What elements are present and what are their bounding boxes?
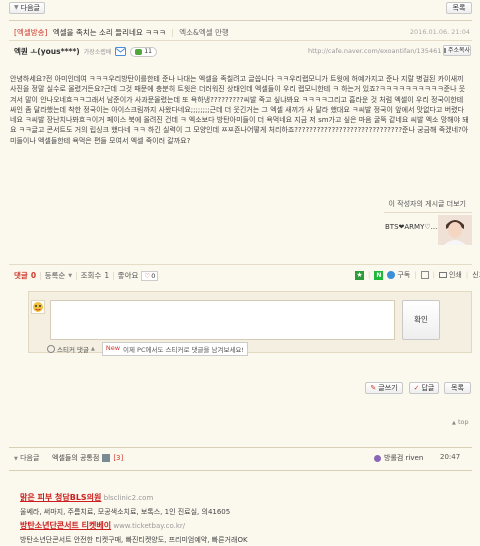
post-url[interactable]: http://cafe.naver.com/exoantifan/135461: [308, 47, 441, 55]
comment-submit-label: 확인: [414, 315, 428, 325]
author-grade: 가장소렙배: [83, 49, 112, 56]
post-body-text: 안녕하세요?전 아미인데여 ㅋㅋㅋ우리방탄이를한테 준나 나대는 엑셀을 족칠려…: [10, 75, 469, 145]
next-title-group: 엑셀들의 공통점 [3]: [52, 453, 123, 463]
post-body: 안녕하세요?전 아미인데여 ㅋㅋㅋ우리방탄이를한테 준나 나대는 엑셀을 족칠려…: [10, 74, 470, 146]
views-label: 조회수: [80, 271, 102, 280]
author-name[interactable]: 엑퀀 ㅗ(yous****): [14, 46, 80, 57]
ad-2-desc: 방탄소년단콘서트 안전한 티켓구매, 빠진티켓양도, 프리미엄예약, 빠른거래O…: [20, 536, 248, 544]
sticker-label: 스티커 댓글: [57, 346, 89, 354]
copy-icon: [443, 48, 446, 53]
post-title-row: [엑셀방송] 엑셀을 족치는 소리 들리네요 ㅋㅋㅋ | 엑소&엑셀 만행: [14, 27, 229, 38]
naver-share-icon[interactable]: N: [374, 270, 384, 280]
ad-2-title[interactable]: 방탄소년단콘서트 티켓베이: [20, 521, 111, 530]
new-notice-bubble: New 이제 PC에서도 스티커로 댓글을 남겨보세요!: [101, 342, 249, 356]
comment-bubble-icon: [135, 48, 143, 55]
share-separator-3: |: [432, 271, 435, 279]
reply-label: 답글: [421, 383, 435, 392]
next-post-title[interactable]: 엑셀들의 공통점: [52, 453, 99, 463]
next-post-author[interactable]: 방롤검 riven: [384, 453, 423, 463]
sort-selector[interactable]: 등록순: [45, 270, 66, 281]
likes-label: 좋아요: [117, 271, 139, 280]
next-post-time: 20:47: [440, 453, 461, 461]
stats-separator-2: |: [75, 271, 78, 280]
sort-caret-icon[interactable]: ▼: [68, 273, 72, 279]
share-separator: |: [368, 271, 371, 279]
heart-icon: ♡: [144, 271, 151, 280]
stats-separator-3: |: [112, 271, 115, 280]
list-button-bottom[interactable]: 목록: [444, 382, 471, 394]
ad-1-url[interactable]: blsclinic2.com: [104, 494, 154, 502]
ad-2-url[interactable]: www.ticketbay.co.kr/: [113, 522, 185, 530]
share-separator-2: |: [414, 271, 417, 279]
list-bottom-label: 목록: [451, 383, 464, 392]
pencil-icon: ✎: [370, 383, 377, 392]
list-button-label: 목록: [452, 3, 466, 12]
author-more-link[interactable]: 이 작성자의 게시글 더보기: [388, 199, 466, 209]
post-board[interactable]: 엑소&엑셀 만행: [179, 28, 229, 37]
print-icon: [438, 272, 447, 278]
next-label: 다음글: [20, 454, 40, 462]
write-button[interactable]: ✎ 글쓰기: [365, 382, 403, 394]
next-caret-icon: ▼: [14, 456, 18, 462]
comment-count: 11: [144, 48, 152, 55]
top-caret-icon: ▲: [452, 420, 456, 426]
reply-button[interactable]: ✓ 답글: [409, 382, 439, 394]
write-label: 글쓰기: [378, 383, 398, 392]
sticker-toggle[interactable]: 스티커 댓글 ▲: [47, 344, 95, 354]
signature-avatar: [438, 215, 472, 245]
reply-icon: ✓: [413, 383, 420, 392]
copy-url-label: 주소복사: [447, 46, 471, 54]
report-button[interactable]: 신고: [472, 270, 480, 280]
post-title: 엑셀을 족치는 소리 들리네요 ㅋㅋㅋ: [52, 28, 166, 37]
comment-stats-bar: 댓글 0 | 등록순 ▼ | 조회수 1 | 좋아요 ♡ 0: [14, 270, 159, 281]
author-icon: [374, 454, 381, 462]
likes-button[interactable]: ♡ 0: [141, 270, 159, 281]
subscribe-button[interactable]: 구독: [387, 270, 410, 280]
print-label: 인쇄: [448, 271, 462, 279]
top-link[interactable]: ▲ top: [452, 418, 469, 426]
copy-url-button[interactable]: 주소복사: [443, 45, 471, 56]
prev-post-button[interactable]: ▼ 다음글: [9, 2, 45, 14]
message-icon[interactable]: [115, 47, 127, 56]
comments-count: 0: [30, 271, 37, 280]
list-button-top[interactable]: 목록: [446, 2, 472, 14]
top-label: top: [457, 418, 469, 426]
ad-1-desc: 울쎄라, 써마지, 주름치료, 모공색소치료, 보톡스, 1인 진료실, 의41…: [20, 508, 231, 516]
caret-down-icon: ▼: [14, 4, 19, 11]
sticker-row: 스티커 댓글 ▲ New 이제 PC에서도 스티커로 댓글을 남겨보세요!: [47, 342, 249, 356]
print-button[interactable]: 인쇄: [438, 270, 462, 280]
author-row: 엑퀀 ㅗ(yous****) 가장소렙배 11: [14, 46, 157, 57]
subscribe-icon: [387, 271, 396, 279]
comment-textarea[interactable]: [50, 300, 395, 340]
next-label-group: ▼ 다음글: [14, 453, 39, 463]
next-post-row[interactable]: ▼ 다음글 엑셀들의 공통점 [3] 방롤검 riven 20:47: [14, 453, 472, 465]
comment-count-badge[interactable]: 11: [130, 46, 157, 57]
title-separator: |: [171, 28, 174, 37]
signature-text: BTS❤ARMY♡...: [385, 223, 438, 231]
share-bar: ★ | N 구독 | | 인쇄 | 신고: [355, 270, 480, 280]
subscribe-label: 구독: [397, 271, 411, 279]
post-category[interactable]: [엑셀방송]: [14, 28, 47, 37]
url-share-icon[interactable]: [420, 271, 429, 279]
prev-post-label: 다음글: [20, 3, 40, 12]
comment-submit-button[interactable]: 확인: [402, 300, 440, 340]
star-icon[interactable]: ★: [355, 270, 364, 280]
comments-label[interactable]: 댓글: [14, 270, 28, 281]
next-post-icon: [102, 454, 111, 462]
share-separator-4: |: [465, 271, 469, 279]
ad-block-1[interactable]: 맑은 피부 청담BLS의원 blsclinic2.com 울쎄라, 써마지, 주…: [20, 492, 230, 517]
views-count: 1: [104, 271, 110, 280]
next-author-group: 방롤검 riven: [374, 453, 423, 463]
next-post-comments: [3]: [113, 454, 124, 462]
post-date: 2016.01.06. 21:04: [409, 28, 470, 36]
new-badge: New: [105, 344, 121, 352]
likes-count: 0: [151, 271, 156, 280]
ad-1-title[interactable]: 맑은 피부 청담BLS의원: [20, 493, 101, 502]
stats-separator: |: [39, 271, 42, 280]
smile-icon: [47, 345, 55, 353]
commenter-avatar: [31, 300, 45, 314]
sticker-caret-icon: ▲: [90, 346, 95, 352]
ad-block-2[interactable]: 방탄소년단콘서트 티켓베이 www.ticketbay.co.kr/ 방탄소년단…: [20, 520, 248, 545]
new-notice-text: 이제 PC에서도 스티커로 댓글을 남겨보세요!: [123, 346, 245, 354]
